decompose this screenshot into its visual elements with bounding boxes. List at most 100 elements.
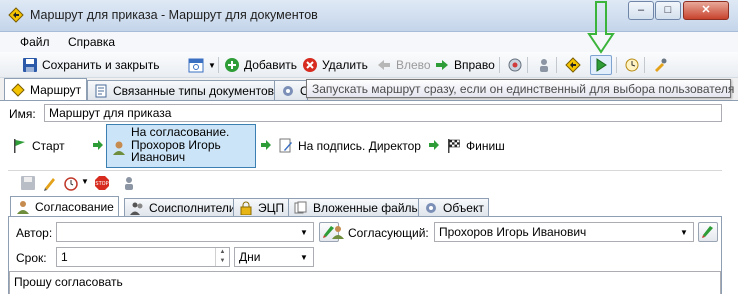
- author-combobox[interactable]: ▼: [56, 222, 314, 242]
- stop-route-button[interactable]: [505, 55, 525, 75]
- menu-help[interactable]: Справка: [62, 34, 121, 50]
- route-name-input[interactable]: Маршрут для приказа: [44, 104, 722, 122]
- tab-object-label: Объект: [443, 200, 484, 215]
- add-button[interactable]: Добавить: [222, 55, 299, 75]
- comment-textarea[interactable]: Прошу согласовать: [9, 271, 721, 294]
- save-disk-icon[interactable]: [20, 175, 36, 191]
- user-lock-icon[interactable]: [121, 175, 137, 191]
- save-close-button[interactable]: Сохранить и закрыть: [20, 55, 161, 75]
- route-diamond-icon: [565, 57, 581, 73]
- stop-icon[interactable]: STOP: [94, 175, 110, 191]
- user-icon: [330, 224, 346, 240]
- route-step-finish[interactable]: Финиш: [442, 124, 522, 168]
- play-icon: [593, 57, 609, 73]
- tab-approval[interactable]: Согласование: [10, 196, 119, 216]
- maximize-button[interactable]: □: [655, 1, 681, 20]
- flow-arrow-icon: [92, 139, 106, 153]
- step-toolbar: ▼ STOP: [8, 172, 208, 194]
- globe-gear-icon: [507, 57, 523, 73]
- route-diamond-icon: [10, 82, 26, 98]
- delete-button[interactable]: Удалить: [300, 55, 370, 75]
- chevron-down-icon[interactable]: ▼: [297, 250, 311, 264]
- move-right-label: Вправо: [454, 58, 495, 72]
- route-diagram: Старт На согласование. Прохоров Игорь Ив…: [8, 124, 722, 168]
- route-step-start[interactable]: Старт: [8, 124, 90, 168]
- route-properties-button[interactable]: [563, 55, 583, 75]
- menu-file[interactable]: Файл: [14, 34, 56, 50]
- approver-value: Прохоров Игорь Иванович: [439, 225, 587, 239]
- name-label: Имя:: [9, 107, 36, 121]
- tab-route[interactable]: Маршрут: [4, 78, 88, 100]
- main-toolbar: Сохранить и закрыть ▼ Добавить Удалить В…: [0, 52, 738, 78]
- green-flag-icon: [12, 138, 28, 154]
- author-label: Автор:: [16, 226, 53, 240]
- user-button[interactable]: [534, 55, 554, 75]
- approver-combobox[interactable]: Прохоров Игорь Иванович ▼: [434, 222, 694, 242]
- route-step-approval-line1: На согласование.: [131, 125, 230, 139]
- term-unit-combobox[interactable]: Дни ▼: [234, 247, 314, 267]
- tab-approval-label: Согласование: [35, 199, 114, 214]
- tab-signature-label: ЭЦП: [258, 200, 285, 215]
- spin-up-icon[interactable]: ▲: [216, 248, 229, 257]
- close-button[interactable]: ✕: [683, 1, 729, 20]
- term-unit-value: Дни: [239, 250, 261, 264]
- chevron-down-icon[interactable]: ▼: [297, 225, 311, 239]
- checkered-flag-icon: [446, 138, 462, 154]
- route-step-approval[interactable]: На согласование. Прохоров Игорь Иванович: [106, 124, 256, 168]
- tab-other[interactable]: О: [274, 80, 309, 100]
- edit-pencil-icon: [701, 224, 715, 241]
- tab-route-label: Маршрут: [30, 82, 82, 97]
- term-value: 1: [61, 250, 68, 264]
- documents-icon: [93, 83, 109, 99]
- auto-start-tooltip: Запускать маршрут сразу, если он единств…: [306, 79, 734, 98]
- schedule-button[interactable]: [622, 55, 642, 75]
- user-icon: [15, 199, 31, 215]
- edit-pencil-icon[interactable]: [42, 175, 58, 191]
- key-pencil-icon: [652, 57, 668, 73]
- user-icon: [111, 140, 127, 156]
- approver-edit-button[interactable]: [698, 222, 718, 242]
- lock-icon: [238, 200, 254, 216]
- move-left-button[interactable]: Влево: [374, 55, 433, 75]
- route-step-finish-label: Финиш: [466, 139, 505, 153]
- window-title: Маршрут для приказа - Маршрут для докуме…: [30, 8, 318, 22]
- alarm-clock-icon[interactable]: [63, 175, 79, 191]
- clock-icon: [624, 57, 640, 73]
- calendar-icon: [188, 57, 204, 73]
- chevron-down-icon[interactable]: ▼: [677, 225, 691, 239]
- tab-object[interactable]: Объект: [418, 198, 489, 216]
- title-bar[interactable]: Маршрут для приказа - Маршрут для докуме…: [0, 0, 738, 32]
- route-step-start-label: Старт: [32, 139, 65, 153]
- tab-signature[interactable]: ЭЦП: [233, 198, 290, 216]
- move-left-label: Влево: [396, 58, 431, 72]
- chevron-down-icon[interactable]: ▼: [81, 177, 89, 186]
- move-right-button[interactable]: Вправо: [432, 55, 497, 75]
- tab-attachments[interactable]: Вложенные файлы: [288, 198, 426, 216]
- svg-text:STOP: STOP: [95, 181, 108, 187]
- annotation-arrow: [586, 0, 616, 56]
- auto-start-toggle[interactable]: [590, 55, 612, 75]
- minimize-button[interactable]: –: [628, 1, 654, 20]
- delete-label: Удалить: [322, 58, 368, 72]
- tab-linked-doc-types[interactable]: Связанные типы документов: [87, 80, 281, 100]
- calendar-dropdown-button[interactable]: ▼: [186, 55, 218, 75]
- route-step-sign-label: На подпись. Директор: [298, 139, 421, 153]
- route-step-sign[interactable]: На подпись. Директор: [274, 124, 426, 168]
- tab-coexecutors[interactable]: Соисполнители: [124, 198, 241, 216]
- route-step-approval-line3: Иванович: [131, 150, 186, 164]
- gear-icon: [280, 83, 296, 99]
- spinner-buttons[interactable]: ▲ ▼: [215, 248, 229, 266]
- permissions-button[interactable]: [650, 55, 670, 75]
- user-lock-icon: [536, 57, 552, 73]
- toolbar-separator: [527, 57, 528, 73]
- toolbar-separator: [616, 57, 617, 73]
- approver-label: Согласующий:: [348, 226, 429, 240]
- document-sign-icon: [278, 138, 294, 154]
- flow-arrow-icon: [428, 139, 442, 153]
- arrow-left-icon: [376, 57, 392, 73]
- save-disk-icon: [22, 57, 38, 73]
- spin-down-icon[interactable]: ▼: [216, 257, 229, 266]
- term-spinner[interactable]: 1 ▲ ▼: [56, 247, 230, 267]
- route-app-icon: [8, 7, 24, 23]
- toolbar-separator: [556, 57, 557, 73]
